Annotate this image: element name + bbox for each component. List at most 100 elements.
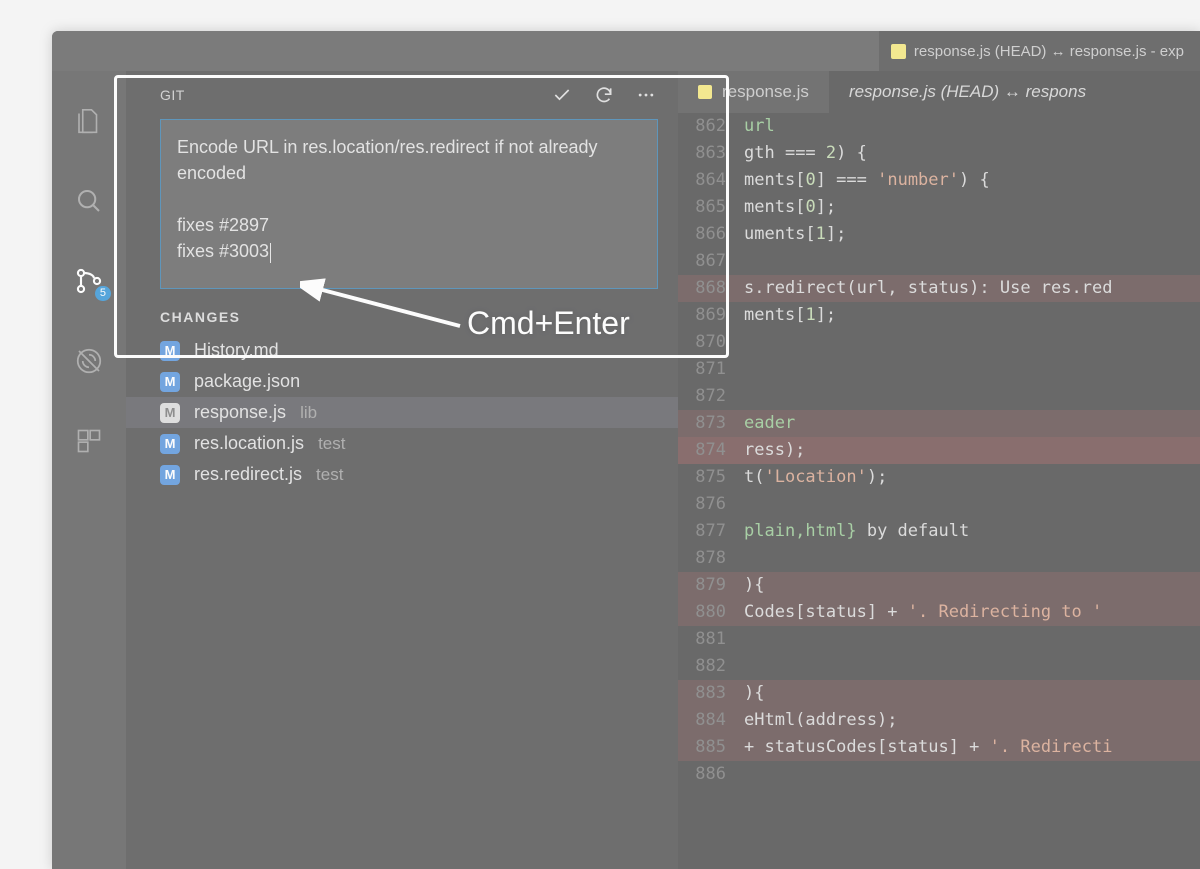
code-text: eader [744,410,1200,437]
code-line: 877plain,html} by default [678,518,1200,545]
title-bar-title: response.js (HEAD) ↔ response.js - exp [879,31,1200,71]
code-text: Codes[status] + '. Redirecting to ' [744,599,1200,626]
code-text: uments[1]; [744,221,1200,248]
code-line: 866uments[1]; [678,221,1200,248]
code-view[interactable]: 862url863gth === 2) {864ments[0] === 'nu… [678,113,1200,869]
line-number: 862 [678,113,744,140]
source-control-icon[interactable]: 5 [73,265,105,297]
extensions-icon[interactable] [73,425,105,457]
tab-response-js[interactable]: response.js [678,71,829,113]
changes-row[interactable]: Mresponse.js lib [126,397,678,428]
code-line: 874ress); [678,437,1200,464]
debug-icon[interactable] [73,345,105,377]
activity-bar: 5 [52,71,126,869]
line-number: 870 [678,329,744,356]
file-path: test [318,434,345,454]
file-name: res.redirect.js [194,464,302,485]
code-text: url [744,113,1200,140]
code-text: gth === 2) { [744,140,1200,167]
code-line: 876 [678,491,1200,518]
file-path: lib [300,403,317,423]
modified-badge: M [160,372,180,392]
code-text [744,356,1200,383]
tab-diff[interactable]: response.js (HEAD) ↔ respons [829,71,1200,113]
tab-label: response.js [722,82,809,102]
code-line: 882 [678,653,1200,680]
changes-row[interactable]: Mres.redirect.js test [126,459,678,490]
code-text [744,383,1200,410]
file-name: package.json [194,371,300,392]
title-bar: response.js (HEAD) ↔ response.js - exp [52,31,1200,71]
line-number: 865 [678,194,744,221]
file-path: test [316,465,343,485]
scm-title: GIT [160,87,552,103]
line-number: 864 [678,167,744,194]
modified-badge: M [160,434,180,454]
commit-button[interactable] [552,85,572,105]
code-text [744,626,1200,653]
js-file-icon [891,44,906,59]
code-line: 885+ statusCodes[status] + '. Redirecti [678,734,1200,761]
line-number: 871 [678,356,744,383]
line-number: 881 [678,626,744,653]
code-text: s.redirect(url, status): Use res.red [744,275,1200,302]
code-text [744,248,1200,275]
changes-row[interactable]: MHistory.md [126,335,678,366]
code-text: ments[0] === 'number') { [744,167,1200,194]
js-file-icon [698,85,712,99]
tab-label: response.js (HEAD) ↔ respons [849,82,1086,102]
refresh-button[interactable] [594,85,614,105]
code-line: 871 [678,356,1200,383]
window-title-text: response.js (HEAD) ↔ response.js - exp [914,43,1184,60]
commit-message-text: Encode URL in res.location/res.redirect … [177,137,603,261]
code-line: 872 [678,383,1200,410]
line-number: 869 [678,302,744,329]
modified-badge: M [160,341,180,361]
code-line: 863gth === 2) { [678,140,1200,167]
line-number: 880 [678,599,744,626]
code-line: 878 [678,545,1200,572]
commit-message-input[interactable]: Encode URL in res.location/res.redirect … [160,119,658,289]
code-text: ){ [744,572,1200,599]
more-actions-button[interactable] [636,85,656,105]
code-line: 875t('Location'); [678,464,1200,491]
code-text: eHtml(address); [744,707,1200,734]
explorer-icon[interactable] [73,105,105,137]
scm-header: GIT [126,85,678,119]
code-text [744,491,1200,518]
code-line: 867 [678,248,1200,275]
modified-badge: M [160,403,180,423]
code-text [744,761,1200,788]
code-text: ments[1]; [744,302,1200,329]
code-line: 880Codes[status] + '. Redirecting to ' [678,599,1200,626]
line-number: 863 [678,140,744,167]
modified-badge: M [160,465,180,485]
code-line: 884eHtml(address); [678,707,1200,734]
code-text: ){ [744,680,1200,707]
line-number: 879 [678,572,744,599]
line-number: 878 [678,545,744,572]
editor-window: response.js (HEAD) ↔ response.js - exp 5 [52,31,1200,869]
code-text: plain,html} by default [744,518,1200,545]
line-number: 875 [678,464,744,491]
line-number: 873 [678,410,744,437]
code-line: 883){ [678,680,1200,707]
file-name: response.js [194,402,286,423]
code-line: 879){ [678,572,1200,599]
line-number: 876 [678,491,744,518]
line-number: 877 [678,518,744,545]
search-icon[interactable] [73,185,105,217]
line-number: 872 [678,383,744,410]
code-line: 862url [678,113,1200,140]
line-number: 868 [678,275,744,302]
changes-row[interactable]: Mpackage.json [126,366,678,397]
code-line: 865ments[0]; [678,194,1200,221]
code-text [744,545,1200,572]
code-text [744,329,1200,356]
line-number: 867 [678,248,744,275]
code-line: 886 [678,761,1200,788]
line-number: 866 [678,221,744,248]
code-text: ress); [744,437,1200,464]
code-text: ments[0]; [744,194,1200,221]
changes-row[interactable]: Mres.location.jstest [126,428,678,459]
